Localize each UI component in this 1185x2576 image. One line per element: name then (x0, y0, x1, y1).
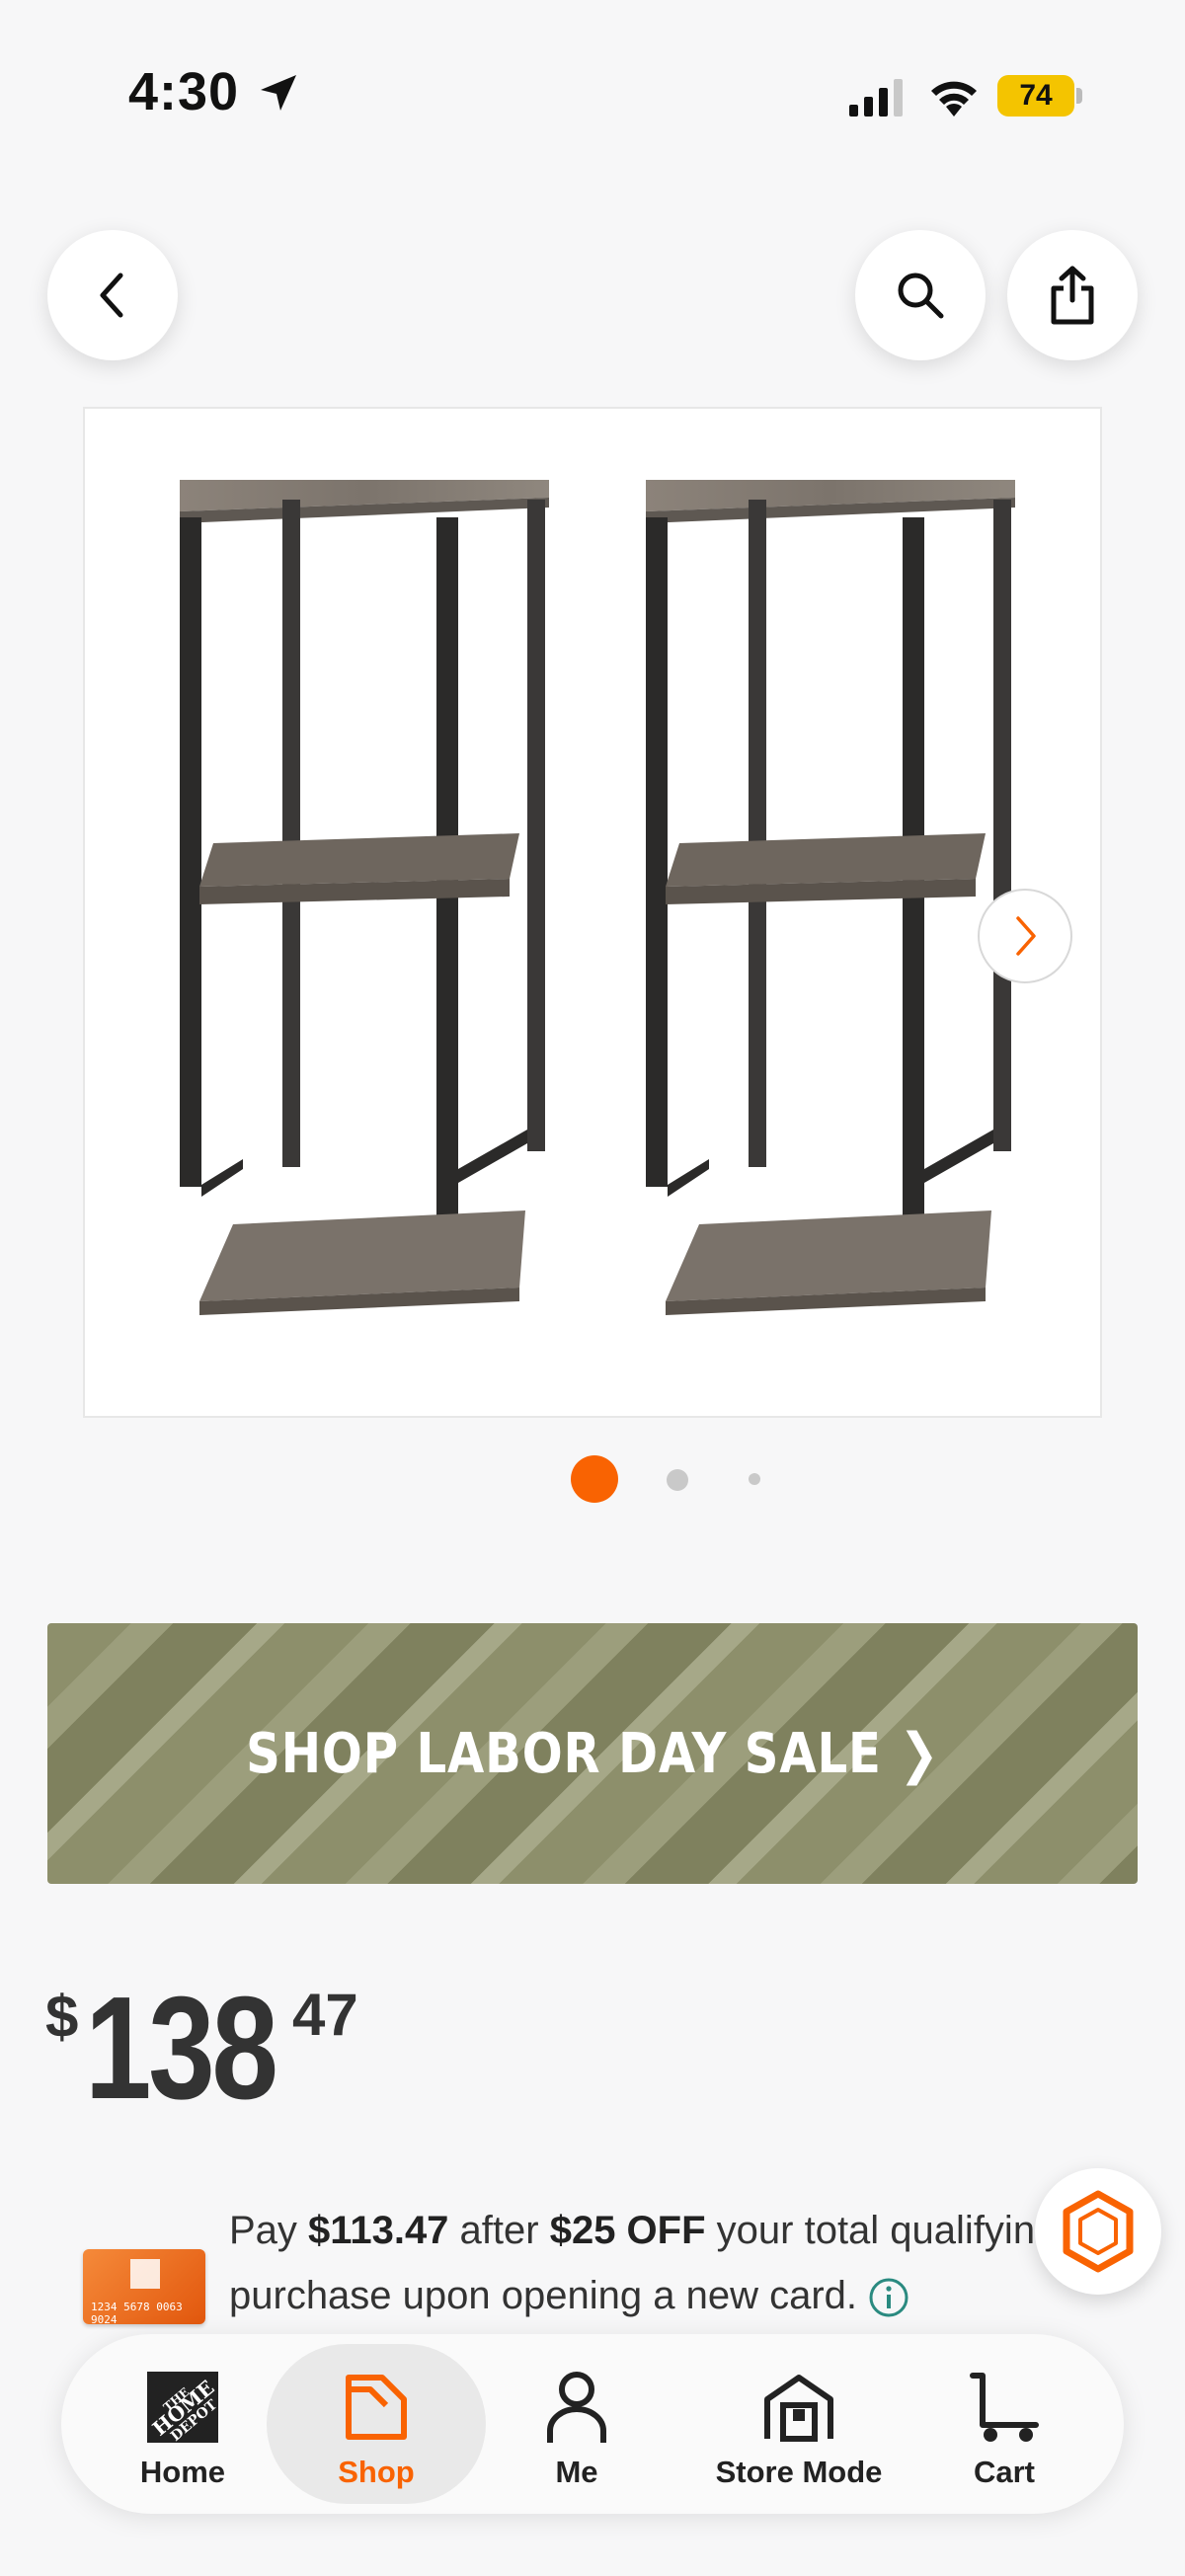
share-icon (1051, 266, 1094, 325)
card-offer-text[interactable]: Pay $113.47 after $25 OFF your total qua… (229, 2198, 1049, 2328)
shop-tag-icon (335, 2368, 418, 2447)
status-time: 4:30 (128, 62, 240, 121)
gallery-dot[interactable] (749, 1473, 760, 1485)
gallery-dot[interactable] (667, 1469, 688, 1491)
nav-label: Me (555, 2455, 598, 2489)
cellular-signal-icon (849, 79, 903, 117)
info-icon[interactable] (867, 2276, 910, 2319)
shelf-pair-illustration (180, 480, 1015, 1315)
bottom-navigation: THE HOME DEPOT Home Shop Me Store Mode C… (61, 2334, 1124, 2514)
product-page: 4:30 74 SHOP LABOR DAY SALE ❯ $ 138 47 1… (0, 0, 1185, 2576)
price-dollars: 138 (85, 1967, 278, 2130)
chat-assistant-button[interactable] (1035, 2168, 1161, 2295)
right-shelf-unit (646, 480, 1015, 1315)
nav-store-mode[interactable]: Store Mode (685, 2334, 912, 2514)
card-number: 1234 5678 0063 9024 (91, 2301, 183, 2326)
battery-indicator: 74 (997, 75, 1082, 117)
offer-discount: $25 OFF (549, 2209, 706, 2252)
chat-assistant-icon (1063, 2190, 1134, 2273)
nav-label: Cart (973, 2455, 1035, 2489)
cart-icon (963, 2368, 1046, 2447)
labor-day-sale-banner[interactable]: SHOP LABOR DAY SALE ❯ (47, 1623, 1138, 1884)
back-button[interactable] (47, 230, 178, 360)
location-arrow-icon (261, 75, 296, 111)
nav-shop[interactable]: Shop (267, 2334, 486, 2514)
search-button[interactable] (855, 230, 986, 360)
share-button[interactable] (1007, 230, 1138, 360)
product-image[interactable] (83, 407, 1102, 1418)
nav-me[interactable]: Me (527, 2334, 626, 2514)
nav-label: Store Mode (715, 2455, 883, 2489)
banner-label: SHOP LABOR DAY SALE ❯ (245, 1721, 940, 1786)
gallery-dot-active[interactable] (571, 1455, 618, 1503)
nav-cart[interactable]: Cart (950, 2334, 1059, 2514)
battery-level: 74 (1019, 79, 1053, 112)
home-depot-card-logo (130, 2259, 160, 2289)
person-icon (535, 2368, 618, 2447)
nav-label: Home (139, 2455, 226, 2489)
nav-label: Shop (338, 2455, 415, 2489)
price-currency: $ (45, 1984, 79, 2050)
chevron-left-icon (100, 273, 123, 318)
store-icon (757, 2368, 840, 2447)
chevron-right-icon (1016, 916, 1036, 956)
wifi-icon (931, 81, 977, 117)
price-cents: 47 (292, 1982, 358, 2048)
search-icon (898, 273, 944, 319)
home-depot-logo-icon: THE HOME DEPOT (141, 2368, 224, 2447)
nav-home[interactable]: THE HOME DEPOT Home (118, 2334, 247, 2514)
credit-card-image: 1234 5678 0063 9024 (83, 2249, 205, 2326)
next-image-button[interactable] (978, 889, 1072, 983)
offer-amount: $113.47 (308, 2209, 449, 2252)
left-shelf-unit (180, 480, 549, 1315)
